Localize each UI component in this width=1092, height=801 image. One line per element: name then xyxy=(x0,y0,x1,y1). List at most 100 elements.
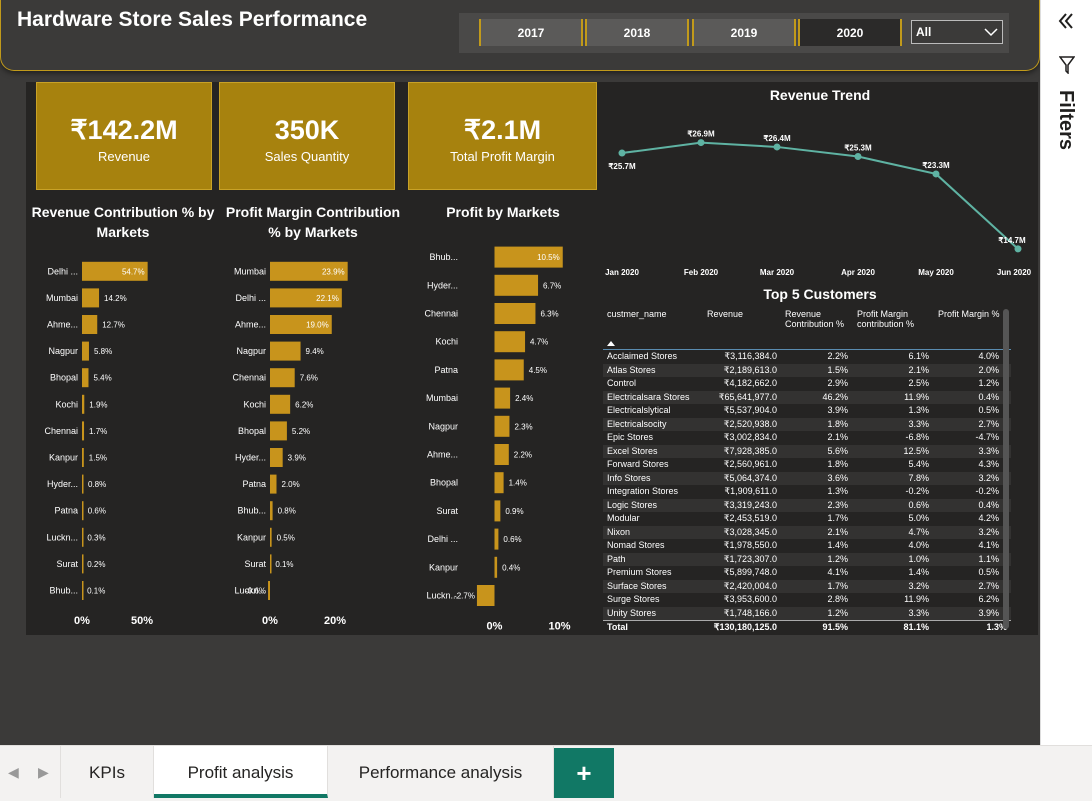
table-cell: 5.6% xyxy=(827,445,848,456)
year-2018-button[interactable]: 2018 xyxy=(585,19,689,46)
column-header-profit-margin-contribution[interactable]: Profit Margin contribution % xyxy=(857,309,935,329)
table-row[interactable]: Forward Stores ₹2,560,961.0 1.8% 5.4% 4.3% xyxy=(603,458,1011,472)
top-customers-table[interactable]: custmer_name Revenue Revenue Contributio… xyxy=(603,305,1011,633)
bar-category-label: Patna xyxy=(242,479,266,489)
table-row[interactable]: Electricalsara Stores ₹65,641,977.0 46.2% 1… xyxy=(603,390,1011,404)
column-header-revenue[interactable]: Revenue xyxy=(707,309,743,319)
column-header-profit-margin[interactable]: Profit Margin % xyxy=(938,309,1000,319)
year-2020-button[interactable]: 2020 xyxy=(798,19,902,46)
tab-next-arrow-icon[interactable]: ▶ xyxy=(38,764,49,781)
table-cell: 5.4% xyxy=(908,459,929,469)
chart-title-revenue-trend: Revenue Trend xyxy=(769,87,871,103)
table-cell: Path xyxy=(607,553,626,564)
table-row[interactable]: Control ₹4,182,662.0 2.9% 2.5% 1.2% xyxy=(603,377,1011,391)
table-cell: ₹2,560,961.0 xyxy=(723,459,777,469)
table-row[interactable]: Unity Stores ₹1,748,166.0 1.2% 3.3% 3.9% xyxy=(603,606,1011,620)
bar-data-label: 7.6% xyxy=(300,374,318,383)
tab-performance-analysis[interactable]: Performance analysis xyxy=(328,746,554,798)
tab-prev-arrow-icon[interactable]: ◀ xyxy=(8,764,19,781)
table-cell: Info Stores xyxy=(607,472,651,483)
dropdown-value: All xyxy=(916,25,932,39)
table-row[interactable]: Nomad Stores ₹1,978,550.0 1.4% 4.0% 4.1% xyxy=(603,539,1011,553)
table-cell: Modular xyxy=(607,513,640,523)
table-cell: Nixon xyxy=(607,526,631,537)
table-row[interactable]: Integration Stores ₹1,909,611.0 1.3% -0.2% -… xyxy=(603,485,1011,499)
table-row[interactable]: Electricalslytical ₹5,537,904.0 3.9% 1.3% 0.… xyxy=(603,404,1011,418)
table-row[interactable]: Atlas Stores ₹2,189,613.0 1.5% 2.1% 2.0% xyxy=(603,363,1011,377)
kpi-card-revenue: ₹142.2M Revenue xyxy=(36,82,212,190)
table-row[interactable]: Electricalsocity ₹2,520,938.0 1.8% 3.3% 2.7% xyxy=(603,417,1011,431)
revenue-trend-chart[interactable]: ₹25.7M Jan 2020 ₹26.9M Feb 2020 ₹26.4M Mar 20… xyxy=(600,105,1040,285)
table-row[interactable]: Surface Stores ₹2,420,004.0 1.7% 3.2% 2.7% xyxy=(603,579,1011,593)
table-cell: 3.6% xyxy=(827,472,848,483)
table-row[interactable]: Epic Stores ₹3,002,834.0 2.1% -6.8% -4.7% xyxy=(603,431,1011,445)
tab-kpis[interactable]: KPIs xyxy=(60,746,154,798)
filter-funnel-icon xyxy=(1059,56,1075,74)
table-row[interactable]: Path ₹1,723,307.0 1.2% 1.0% 1.1% xyxy=(603,552,1011,566)
table-cell: -6.8% xyxy=(905,432,929,442)
sort-ascending-icon[interactable] xyxy=(607,341,615,346)
bar-data-label: 0.8% xyxy=(278,507,296,516)
bar-category-label: Bhopal xyxy=(50,373,78,383)
revenue-contribution-chart[interactable]: Delhi ... 54.7% Mumbai 14.2% Ahme... 12.7% Nag… xyxy=(30,250,210,635)
bar-category-label: Nagpur xyxy=(236,346,266,356)
bar-data-label: 12.7% xyxy=(102,321,125,330)
table-scrollbar[interactable] xyxy=(1003,309,1009,629)
bar xyxy=(270,341,301,361)
bar-data-label: 1.4% xyxy=(509,479,527,488)
column-header-customer[interactable]: custmer_name xyxy=(607,309,667,319)
table-cell: 3.9% xyxy=(827,405,848,415)
table-cell: 3.2% xyxy=(978,472,999,483)
column-header-revenue-contribution[interactable]: Revenue Contribution % xyxy=(785,309,847,329)
profit-margin-contribution-chart[interactable]: Mumbai 23.9% Delhi ... 22.1% Ahme... 19.0% Nag… xyxy=(214,250,404,635)
table-cell: -0.2% xyxy=(975,486,999,496)
bar-category-label: Delhi ... xyxy=(427,534,458,544)
table-cell: 1.4% xyxy=(908,567,929,577)
x-tick-label: Jun 2020 xyxy=(997,268,1032,277)
table-row[interactable]: Premium Stores ₹5,899,748.0 4.1% 1.4% 0.5% xyxy=(603,566,1011,580)
bar xyxy=(494,387,511,409)
filters-label: Filters xyxy=(1055,90,1077,151)
table-row[interactable]: Nixon ₹3,028,345.0 2.1% 4.7% 3.2% xyxy=(603,525,1011,539)
table-cell: Forward Stores xyxy=(607,459,669,469)
bar-data-label: 0.8% xyxy=(88,480,106,489)
kpi-label: Sales Quantity xyxy=(264,149,350,164)
year-2019-button[interactable]: 2019 xyxy=(692,19,796,46)
table-row[interactable]: Surge Stores ₹3,953,600.0 2.8% 11.9% 6.2% xyxy=(603,593,1011,607)
filters-pane[interactable]: Filters xyxy=(1040,0,1092,745)
table-row[interactable]: Excel Stores ₹7,928,385.0 5.6% 12.5% 3.3% xyxy=(603,444,1011,458)
profit-by-markets-chart[interactable]: Bhub... 10.5% Hyder... 6.7% Chennai 6.3% Kochi… xyxy=(410,240,598,635)
table-row[interactable]: Logic Stores ₹3,319,243.0 2.3% 0.6% 0.4% xyxy=(603,498,1011,512)
data-point xyxy=(697,139,705,147)
table-row[interactable]: Acclaimed Stores ₹3,116,384.0 2.2% 6.1% 4.0% xyxy=(603,350,1011,364)
table-cell: Premium Stores xyxy=(607,567,672,577)
data-label: ₹14.7M xyxy=(998,236,1026,245)
table-cell: 5.0% xyxy=(908,513,929,523)
month-dropdown[interactable]: All xyxy=(911,20,1003,44)
series-line xyxy=(621,141,1019,250)
bar-category-label: Bhopal xyxy=(430,478,458,488)
total-revenue-contribution: 91.5% xyxy=(822,622,848,632)
table-row[interactable]: Modular ₹2,453,519.0 1.7% 5.0% 4.2% xyxy=(603,512,1011,526)
bar-category-label: Delhi ... xyxy=(235,293,266,303)
bar-data-label: 19.0% xyxy=(306,321,329,330)
bar xyxy=(270,394,291,414)
table-cell: Epic Stores xyxy=(607,432,654,442)
bar xyxy=(82,421,85,441)
table-row[interactable]: Info Stores ₹5,064,374.0 3.6% 7.8% 3.2% xyxy=(603,471,1011,485)
bar-category-label: Bhub... xyxy=(429,252,458,262)
tab-profit-analysis[interactable]: Profit analysis xyxy=(154,746,328,798)
collapse-chevrons-icon[interactable] xyxy=(1057,12,1075,30)
add-page-button[interactable]: + xyxy=(554,748,614,798)
table-cell: 3.9% xyxy=(978,607,999,618)
x-tick-label: Feb 2020 xyxy=(684,268,719,277)
total-profit-margin-contribution: 81.1% xyxy=(903,622,929,632)
bar xyxy=(270,554,272,574)
table-cell: 0.6% xyxy=(908,499,929,510)
table-cell: 1.2% xyxy=(827,553,848,564)
table-cell: 1.3% xyxy=(827,486,848,496)
table-cell: Atlas Stores xyxy=(607,364,656,375)
kpi-label: Total Profit Margin xyxy=(450,149,555,164)
year-2017-button[interactable]: 2017 xyxy=(479,19,583,46)
table-cell: ₹7,928,385.0 xyxy=(723,445,777,456)
